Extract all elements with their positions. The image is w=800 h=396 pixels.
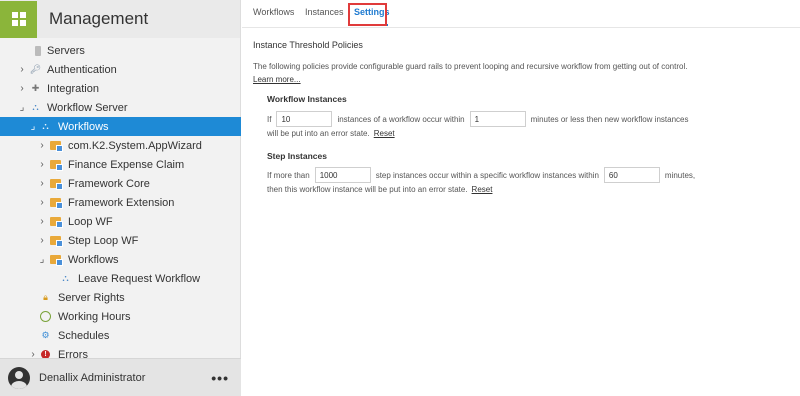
tree-item-workflows-folder[interactable]: ⌟ Workflows (0, 250, 241, 269)
tree-item-framework-extension[interactable]: › Framework Extension (0, 193, 241, 212)
tree-item-label: Working Hours (58, 310, 131, 323)
chevron-right-icon[interactable]: › (37, 197, 47, 208)
tree-item-label: Authentication (47, 63, 117, 76)
workflow-icon: ⛬ (42, 121, 49, 131)
tree-item-loop-wf[interactable]: › Loop WF (0, 212, 241, 231)
tree-item-label: Server Rights (58, 291, 125, 304)
tree-item-label: Workflows (58, 120, 109, 133)
text-line2: then this workflow instance will be put … (267, 185, 468, 194)
tree-item-leave-request-workflow[interactable]: ⛬ Leave Request Workflow (0, 269, 241, 288)
main-panel: Workflows Instances Settings Instance Th… (242, 0, 800, 396)
user-footer: Denallix Administrator ••• (0, 358, 241, 396)
tree-item-finance-expense-claim[interactable]: › Finance Expense Claim (0, 155, 241, 174)
clock-icon (40, 311, 51, 322)
key-icon: 🔑︎ (29, 64, 42, 74)
tree-item-label: Finance Expense Claim (68, 158, 185, 171)
workflow-instances-row: If 10 instances of a workflow occur with… (267, 111, 688, 127)
settings-content: Instance Threshold Policies The followin… (253, 40, 793, 194)
tab-bar: Workflows Instances Settings (242, 0, 800, 28)
tree-item-label: com.K2.System.AppWizard (68, 139, 202, 152)
chevron-right-icon[interactable]: › (37, 178, 47, 189)
chevron-down-icon[interactable]: ⌟ (17, 102, 27, 113)
workflow-count-input[interactable]: 10 (276, 111, 333, 127)
tree-item-label: Framework Core (68, 177, 150, 190)
workflow-minutes-input[interactable]: 1 (469, 111, 526, 127)
learn-more-link[interactable]: Learn more... (253, 75, 301, 84)
folder-icon (50, 140, 63, 152)
tree-item-workflow-server[interactable]: ⌟ ⛬ Workflow Server (0, 98, 241, 117)
tree-item-label: Schedules (58, 329, 110, 342)
puzzle-icon: ✚ (31, 83, 40, 93)
more-options-icon[interactable]: ••• (211, 370, 229, 386)
text-middle: instances of a workflow occur within (337, 114, 465, 124)
chevron-right-icon[interactable]: › (37, 159, 47, 170)
sidebar: Management Servers › 🔑︎ Authentication ›… (0, 0, 241, 396)
tree-item-label: Workflows (68, 253, 119, 266)
server-icon (32, 45, 43, 56)
tree-item-label: Integration (47, 82, 99, 95)
folder-icon (50, 216, 63, 228)
tree-item-servers[interactable]: Servers (0, 41, 241, 60)
tree-item-label: Loop WF (68, 215, 113, 228)
text-suffix: minutes, (664, 170, 696, 180)
text-middle: step instances occur within a specific w… (375, 170, 599, 180)
chevron-right-icon[interactable]: › (17, 64, 27, 75)
text-prefix: If more than (267, 170, 310, 180)
app-window: Management Servers › 🔑︎ Authentication ›… (0, 0, 800, 396)
workflow-instances-row-2: will be put into an error state. Reset (267, 129, 395, 138)
step-minutes-input[interactable]: 60 (603, 167, 660, 183)
tab-workflows[interactable]: Workflows (253, 7, 294, 17)
chevron-right-icon[interactable]: › (37, 140, 47, 151)
workflow-reset-link[interactable]: Reset (374, 129, 395, 138)
chevron-down-icon[interactable]: ⌟ (28, 121, 38, 132)
folder-icon (50, 254, 63, 266)
workflow-icon: ⛬ (32, 102, 39, 112)
sidebar-header: Management (0, 0, 240, 38)
text-suffix: minutes or less then new workflow instan… (530, 114, 689, 124)
tree-item-label: Step Loop WF (68, 234, 139, 247)
step-instances-row: If more than 1000 step instances occur w… (267, 167, 695, 183)
section-heading: Instance Threshold Policies (253, 40, 363, 50)
workflow-icon: ⛬ (62, 273, 69, 283)
navigation-tree: Servers › 🔑︎ Authentication › ✚ Integrat… (0, 41, 241, 364)
tree-item-authentication[interactable]: › 🔑︎ Authentication (0, 60, 241, 79)
description-text: The following policies provide configura… (253, 62, 688, 71)
step-reset-link[interactable]: Reset (472, 185, 493, 194)
chevron-right-icon[interactable]: › (37, 235, 47, 246)
tree-item-integration[interactable]: › ✚ Integration (0, 79, 241, 98)
tree-item-step-loop-wf[interactable]: › Step Loop WF (0, 231, 241, 250)
sidebar-title: Management (49, 9, 149, 28)
tree-item-label: Leave Request Workflow (78, 272, 201, 285)
tree-item-schedules[interactable]: ⚙︎ Schedules (0, 326, 241, 345)
step-count-input[interactable]: 1000 (314, 167, 371, 183)
tree-item-appwizard[interactable]: › com.K2.System.AppWizard (0, 136, 241, 155)
folder-icon (50, 197, 63, 209)
tree-item-framework-core[interactable]: › Framework Core (0, 174, 241, 193)
app-grid-icon[interactable] (0, 0, 37, 38)
user-name: Denallix Administrator (39, 371, 146, 384)
chevron-down-icon[interactable]: ⌟ (37, 254, 47, 265)
tree-item-label: Servers (47, 44, 85, 57)
workflow-instances-heading: Workflow Instances (267, 94, 347, 104)
schedule-icon: ⚙︎ (41, 330, 50, 340)
step-instances-heading: Step Instances (267, 151, 327, 161)
text-line2: will be put into an error state. (267, 129, 370, 138)
folder-icon (50, 178, 63, 190)
avatar[interactable] (8, 366, 30, 389)
folder-icon (50, 235, 63, 247)
chevron-right-icon[interactable]: › (17, 83, 27, 94)
tree-item-workflows[interactable]: ⌟ ⛬ Workflows (0, 117, 241, 136)
text-if: If (267, 114, 272, 124)
folder-icon (50, 159, 63, 171)
highlight-annotation (348, 3, 387, 26)
tab-instances[interactable]: Instances (305, 7, 344, 17)
chevron-right-icon[interactable]: › (37, 216, 47, 227)
step-instances-row-2: then this workflow instance will be put … (267, 185, 492, 194)
tree-item-label: Framework Extension (68, 196, 175, 209)
tree-item-server-rights[interactable]: 🔒︎ Server Rights (0, 288, 241, 307)
lock-icon: 🔒︎ (43, 292, 48, 302)
tree-item-working-hours[interactable]: Working Hours (0, 307, 241, 326)
tree-item-label: Workflow Server (47, 101, 128, 114)
